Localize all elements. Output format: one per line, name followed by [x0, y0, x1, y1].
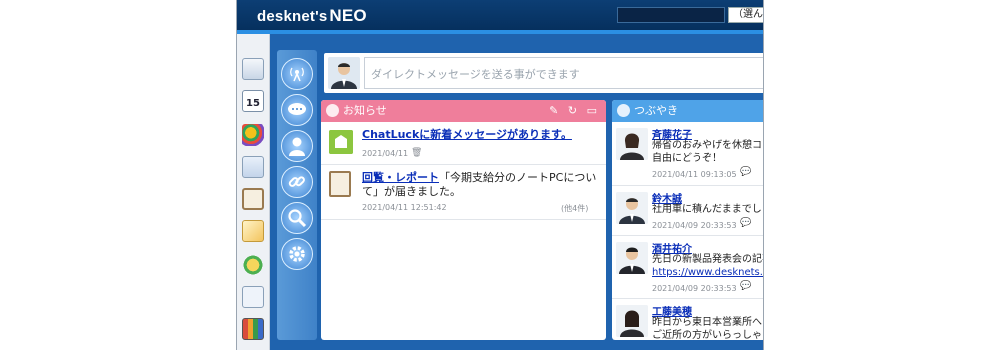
avatar — [616, 305, 648, 337]
link-icon[interactable] — [281, 166, 313, 198]
list-item: 酒井祐介 先日の新製品発表会の記事 https://www.desknets.c… — [612, 236, 764, 299]
notice-count: (他4件) — [561, 204, 589, 213]
chatluck-icon — [329, 130, 353, 154]
direct-message-input[interactable]: ダイレクトメッセージを送る事ができます — [364, 57, 763, 89]
logo-text: desknet's — [257, 8, 328, 25]
avatar — [616, 128, 648, 160]
avatar — [616, 242, 648, 274]
tweet-header: つぶやき — [612, 100, 763, 122]
notice-date: 2021/04/11 — [362, 149, 409, 158]
clipboard-icon[interactable] — [242, 188, 264, 210]
notice-date: 2021/04/11 12:51:42 — [362, 203, 447, 212]
avatar — [328, 57, 360, 89]
function-menu — [277, 50, 317, 340]
list-item: 鈴木誠 社用車に積んだままでし 2021/04/09 20:33:53 💬 — [612, 186, 763, 236]
list-item[interactable]: ChatLuckに新着メッセージがあります。 2021/04/11 🗑 — [321, 122, 606, 165]
tweet-panel: つぶやき 斉藤花子 帰省のおみやげを休憩コー 自由にどうぞ！ 2021/04/1… — [612, 100, 764, 340]
clipboard-icon — [329, 171, 351, 197]
tweet-text: 社用車に積んだままでし — [652, 204, 762, 215]
top-bar: desknet'sNEO （選んで — [237, 0, 763, 30]
notice-body: 回覧・レポート「今期支給分のノートPCについて」が届きました。 — [362, 171, 600, 199]
direct-message-bar: ダイレクトメッセージを送る事ができます — [324, 53, 763, 93]
calendar-icon[interactable]: 15 — [242, 90, 264, 112]
notice-link[interactable]: 回覧・レポート — [362, 171, 439, 184]
app-logo[interactable]: desknet's NEO — [257, 6, 367, 26]
trash-icon[interactable]: 🗑 — [411, 148, 422, 158]
notice-header-icon — [326, 104, 339, 117]
comment-icon[interactable]: 💬 — [740, 281, 751, 291]
document-icon[interactable] — [242, 220, 264, 242]
tweet-text: 帰省のおみやげを休憩コー — [652, 140, 764, 151]
tweet-text: ご近所の方がいらっしゃ — [652, 330, 762, 340]
report-icon[interactable] — [242, 286, 264, 308]
binder-icon[interactable] — [242, 318, 264, 340]
antenna-icon[interactable] — [281, 58, 313, 90]
notice-header: お知らせ ✎ ↻ ▭ — [321, 100, 606, 122]
tweet-date: 2021/04/11 09:13:05 — [652, 170, 737, 179]
tweet-date: 2021/04/09 20:33:53 — [652, 284, 737, 293]
search-icon[interactable] — [281, 202, 313, 234]
notice-title-text[interactable]: ChatLuckに新着メッセージがあります。 — [362, 128, 572, 142]
gear-icon[interactable] — [281, 238, 313, 270]
tweet-text: 昨日から東日本営業所へ — [652, 317, 762, 328]
facility-icon[interactable] — [242, 124, 264, 146]
tweet-text: 自由にどうぞ！ — [652, 153, 722, 164]
list-item: 斉藤花子 帰省のおみやげを休憩コー 自由にどうぞ！ 2021/04/11 09:… — [612, 122, 764, 186]
avatar — [616, 192, 648, 224]
tweet-date: 2021/04/09 20:33:53 — [652, 221, 737, 230]
comment-icon[interactable]: 💬 — [740, 218, 751, 228]
tweet-title: つぶやき — [634, 104, 678, 117]
left-app-bar: 15 — [237, 34, 270, 350]
refresh-doc-icon[interactable] — [242, 254, 264, 276]
chat-icon[interactable] — [281, 94, 313, 126]
logo-neo: NEO — [329, 6, 367, 25]
user-icon[interactable] — [281, 130, 313, 162]
notice-title: お知らせ — [343, 104, 387, 117]
list-item[interactable]: 回覧・レポート「今期支給分のノートPCについて」が届きました。 2021/04/… — [321, 165, 606, 220]
notice-panel: お知らせ ✎ ↻ ▭ ChatLuckに新着メッセージがあります。 2021/0… — [321, 100, 606, 340]
search-input[interactable] — [617, 7, 725, 23]
group-select[interactable]: （選んで — [728, 7, 763, 23]
tweet-text: 先日の新製品発表会の記事 — [652, 254, 764, 265]
notice-link[interactable]: ChatLuckに新着メッセージがあります。 — [362, 128, 572, 141]
app-window: desknet'sNEO （選んで 15 — [236, 0, 764, 350]
portal-icon[interactable] — [242, 58, 264, 80]
comment-icon[interactable]: 💬 — [740, 167, 751, 177]
tweet-header-icon — [617, 104, 630, 117]
chart-icon[interactable] — [242, 156, 264, 178]
list-item: 工藤美穂 昨日から東日本営業所へ ご近所の方がいらっしゃ — [612, 299, 763, 340]
tweet-link[interactable]: https://www.desknets.c — [652, 266, 763, 279]
notice-tools[interactable]: ✎ ↻ ▭ — [549, 100, 600, 122]
